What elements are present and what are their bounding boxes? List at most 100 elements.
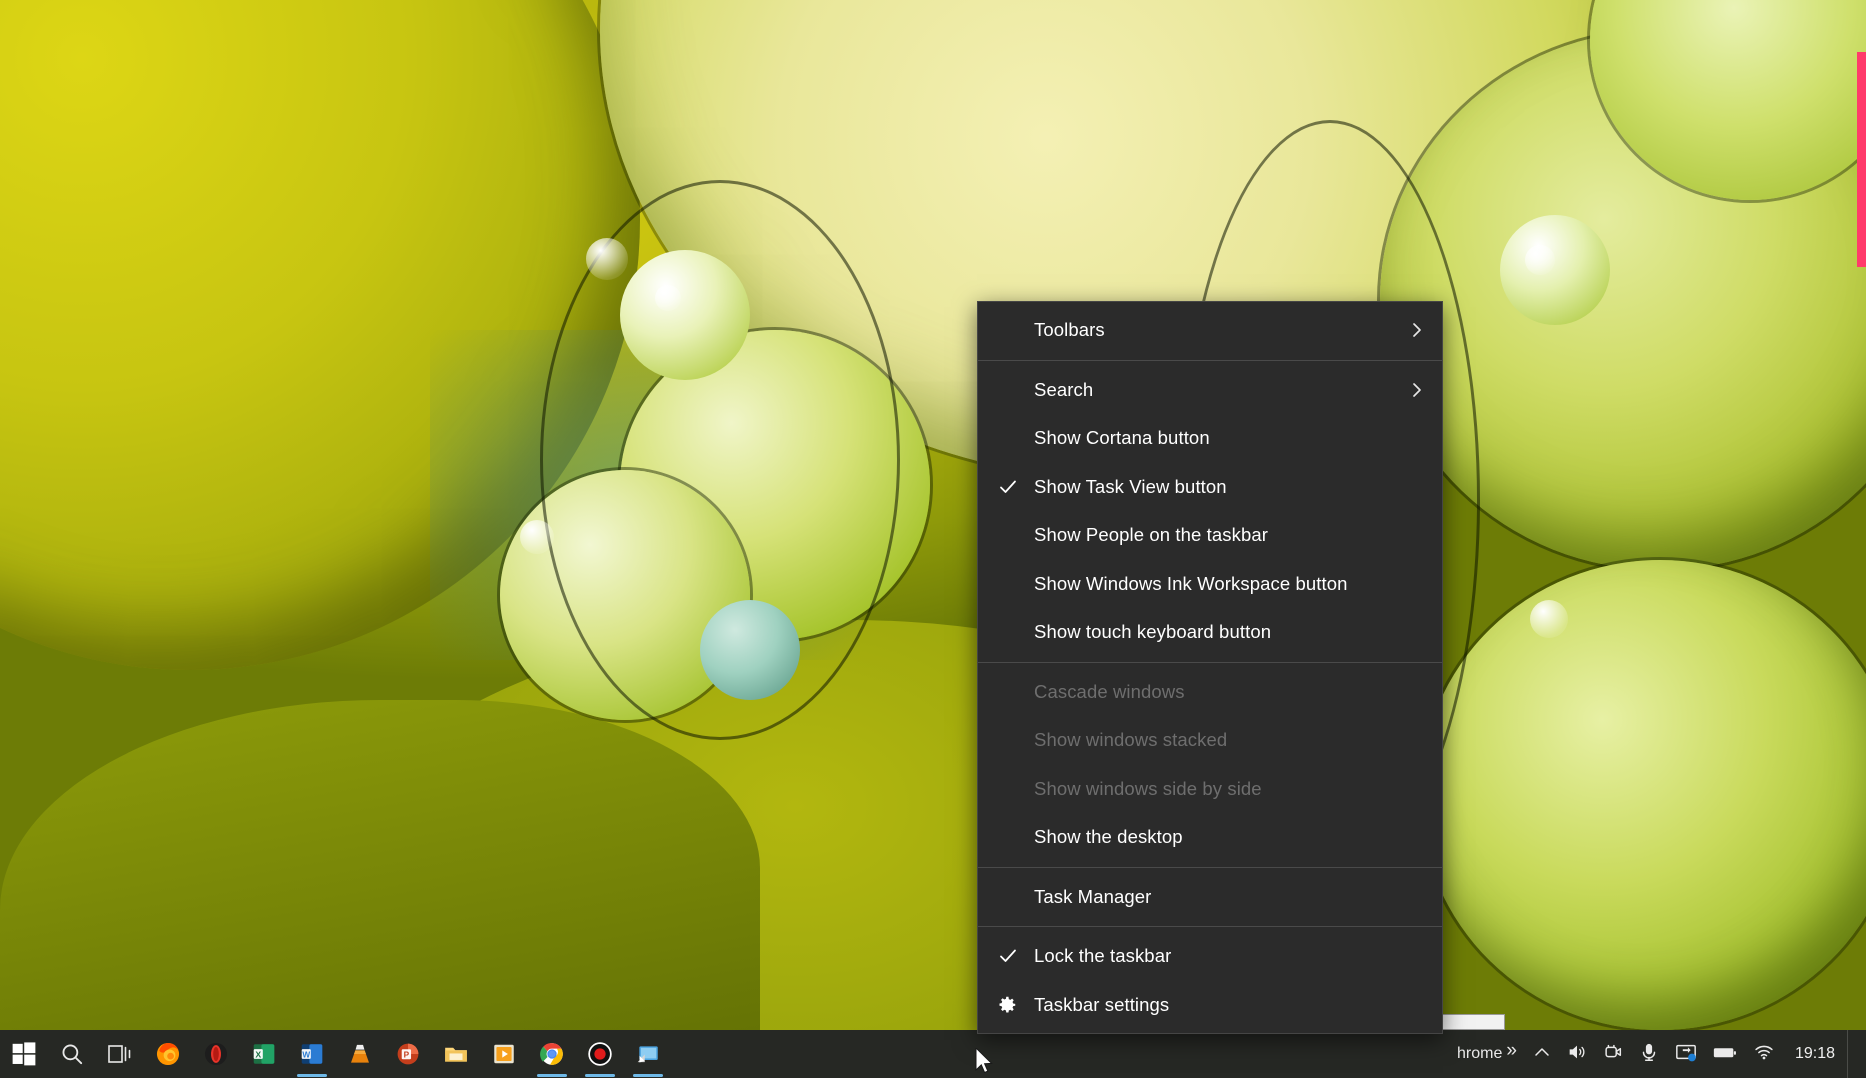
display-icon bbox=[1674, 1041, 1698, 1067]
chrome-icon bbox=[539, 1041, 565, 1067]
speaker-icon bbox=[1566, 1041, 1588, 1067]
camera-icon bbox=[1602, 1041, 1624, 1067]
menu-item-show-cortana-button[interactable]: Show Cortana button bbox=[978, 414, 1442, 463]
taskbar-overflow-chevron[interactable]: » bbox=[1504, 1040, 1525, 1068]
svg-text:X: X bbox=[255, 1049, 261, 1059]
menu-item-show-people-on-the-taskbar[interactable]: Show People on the taskbar bbox=[978, 511, 1442, 560]
menu-item-taskbar-settings[interactable]: Taskbar settings bbox=[978, 981, 1442, 1030]
menu-item-show-windows-stacked: Show windows stacked bbox=[978, 716, 1442, 765]
menu-separator bbox=[978, 866, 1442, 868]
taskbar[interactable]: X W P hrome » 19:18 bbox=[0, 1030, 1866, 1078]
network-button[interactable] bbox=[1745, 1030, 1783, 1078]
system-tray[interactable]: hrome » 19:18 bbox=[1453, 1030, 1866, 1078]
menu-separator bbox=[978, 926, 1442, 927]
taskbar-app-vlc[interactable] bbox=[336, 1030, 384, 1078]
menu-item-cascade-windows: Cascade windows bbox=[978, 668, 1442, 717]
taskbar-context-menu[interactable]: Toolbars Search Show Cortana button Show… bbox=[977, 301, 1443, 1034]
taskbar-empty-area[interactable] bbox=[672, 1030, 1453, 1078]
battery-button[interactable] bbox=[1705, 1030, 1745, 1078]
microphone-status-icon[interactable] bbox=[1631, 1030, 1667, 1078]
background-window-edge[interactable] bbox=[1857, 52, 1866, 267]
taskbar-app-file-explorer[interactable] bbox=[432, 1030, 480, 1078]
record-icon bbox=[587, 1041, 613, 1067]
wallpaper-sparkle bbox=[1525, 245, 1555, 275]
task-view-icon bbox=[107, 1041, 133, 1067]
menu-item-label: Show touch keyboard button bbox=[1034, 621, 1272, 643]
taskbar-overflow-window-label[interactable]: hrome bbox=[1453, 1045, 1504, 1063]
menu-item-lock-the-taskbar[interactable]: Lock the taskbar bbox=[978, 932, 1442, 981]
search-icon bbox=[59, 1041, 85, 1067]
wifi-icon bbox=[1752, 1041, 1776, 1067]
menu-item-label: Lock the taskbar bbox=[1034, 945, 1172, 967]
menu-item-label: Taskbar settings bbox=[1034, 993, 1170, 1015]
wallpaper-sparkle bbox=[520, 520, 554, 554]
start-button[interactable] bbox=[0, 1030, 48, 1078]
menu-item-label: Task Manager bbox=[1034, 885, 1152, 907]
show-hidden-icons-button[interactable] bbox=[1525, 1030, 1559, 1078]
taskbar-app-media-player[interactable] bbox=[480, 1030, 528, 1078]
gear-icon bbox=[996, 994, 1018, 1016]
menu-item-show-windows-ink-workspace-button[interactable]: Show Windows Ink Workspace button bbox=[978, 560, 1442, 609]
chevron-right-icon bbox=[1408, 321, 1426, 339]
checkmark-icon bbox=[998, 477, 1018, 497]
clock-time: 19:18 bbox=[1794, 1045, 1835, 1062]
svg-text:W: W bbox=[302, 1050, 310, 1059]
taskbar-app-opera[interactable] bbox=[192, 1030, 240, 1078]
search-button[interactable] bbox=[48, 1030, 96, 1078]
menu-separator bbox=[978, 359, 1442, 361]
menu-item-show-task-view-button[interactable]: Show Task View button bbox=[978, 463, 1442, 512]
battery-icon bbox=[1712, 1042, 1738, 1066]
menu-separator bbox=[978, 661, 1442, 663]
menu-item-label: Show Task View button bbox=[1034, 475, 1227, 497]
menu-item-show-touch-keyboard-button[interactable]: Show touch keyboard button bbox=[978, 608, 1442, 657]
wallpaper-sparkle bbox=[1530, 600, 1568, 638]
chevron-right-icon bbox=[1408, 381, 1426, 399]
taskbar-app-powerpoint[interactable]: P bbox=[384, 1030, 432, 1078]
word-icon: W bbox=[299, 1041, 325, 1067]
menu-item-task-manager[interactable]: Task Manager bbox=[978, 873, 1442, 922]
menu-item-toolbars[interactable]: Toolbars bbox=[978, 306, 1442, 355]
clock[interactable]: 19:18 bbox=[1783, 1030, 1847, 1078]
display-switch-icon[interactable] bbox=[1667, 1030, 1705, 1078]
taskbar-app-chrome[interactable] bbox=[528, 1030, 576, 1078]
menu-item-search[interactable]: Search bbox=[978, 366, 1442, 415]
taskbar-app-remote-desktop[interactable] bbox=[624, 1030, 672, 1078]
wallpaper-sparkle bbox=[586, 238, 628, 280]
windows-logo-icon bbox=[11, 1041, 37, 1067]
chevron-up-icon bbox=[1532, 1042, 1552, 1066]
taskbar-app-excel[interactable]: X bbox=[240, 1030, 288, 1078]
taskbar-app-firefox[interactable] bbox=[144, 1030, 192, 1078]
menu-item-label: Show People on the taskbar bbox=[1034, 524, 1269, 546]
menu-item-label: Show the desktop bbox=[1034, 826, 1183, 848]
firefox-icon bbox=[155, 1041, 181, 1067]
taskbar-app-screen-recorder[interactable] bbox=[576, 1030, 624, 1078]
taskbar-app-area[interactable]: X W P bbox=[0, 1030, 672, 1078]
checkmark-icon bbox=[998, 946, 1018, 966]
menu-item-label: Cascade windows bbox=[1034, 680, 1185, 702]
excel-icon: X bbox=[251, 1041, 277, 1067]
menu-item-label: Show Cortana button bbox=[1034, 427, 1210, 449]
media-player-icon bbox=[491, 1041, 517, 1067]
show-desktop-button[interactable] bbox=[1847, 1030, 1856, 1078]
camera-status-icon[interactable] bbox=[1595, 1030, 1631, 1078]
folder-icon bbox=[443, 1041, 469, 1067]
task-view-button[interactable] bbox=[96, 1030, 144, 1078]
volume-button[interactable] bbox=[1559, 1030, 1595, 1078]
menu-item-label: Toolbars bbox=[1034, 319, 1105, 341]
desktop-background[interactable] bbox=[0, 0, 1866, 1078]
menu-item-label: Show windows side by side bbox=[1034, 777, 1262, 799]
menu-item-show-the-desktop[interactable]: Show the desktop bbox=[978, 813, 1442, 862]
menu-item-label: Search bbox=[1034, 378, 1094, 400]
wallpaper-sparkle bbox=[655, 285, 681, 311]
taskbar-app-word[interactable]: W bbox=[288, 1030, 336, 1078]
menu-item-show-windows-side-by-side: Show windows side by side bbox=[978, 765, 1442, 814]
powerpoint-icon: P bbox=[395, 1041, 421, 1067]
menu-item-label: Show Windows Ink Workspace button bbox=[1034, 572, 1348, 594]
opera-icon bbox=[203, 1041, 229, 1067]
menu-item-label: Show windows stacked bbox=[1034, 729, 1228, 751]
svg-text:P: P bbox=[404, 1050, 410, 1059]
remote-desktop-icon bbox=[635, 1041, 661, 1067]
vlc-icon bbox=[347, 1041, 373, 1067]
microphone-icon bbox=[1638, 1041, 1660, 1067]
wallpaper-bubble bbox=[1500, 215, 1610, 325]
